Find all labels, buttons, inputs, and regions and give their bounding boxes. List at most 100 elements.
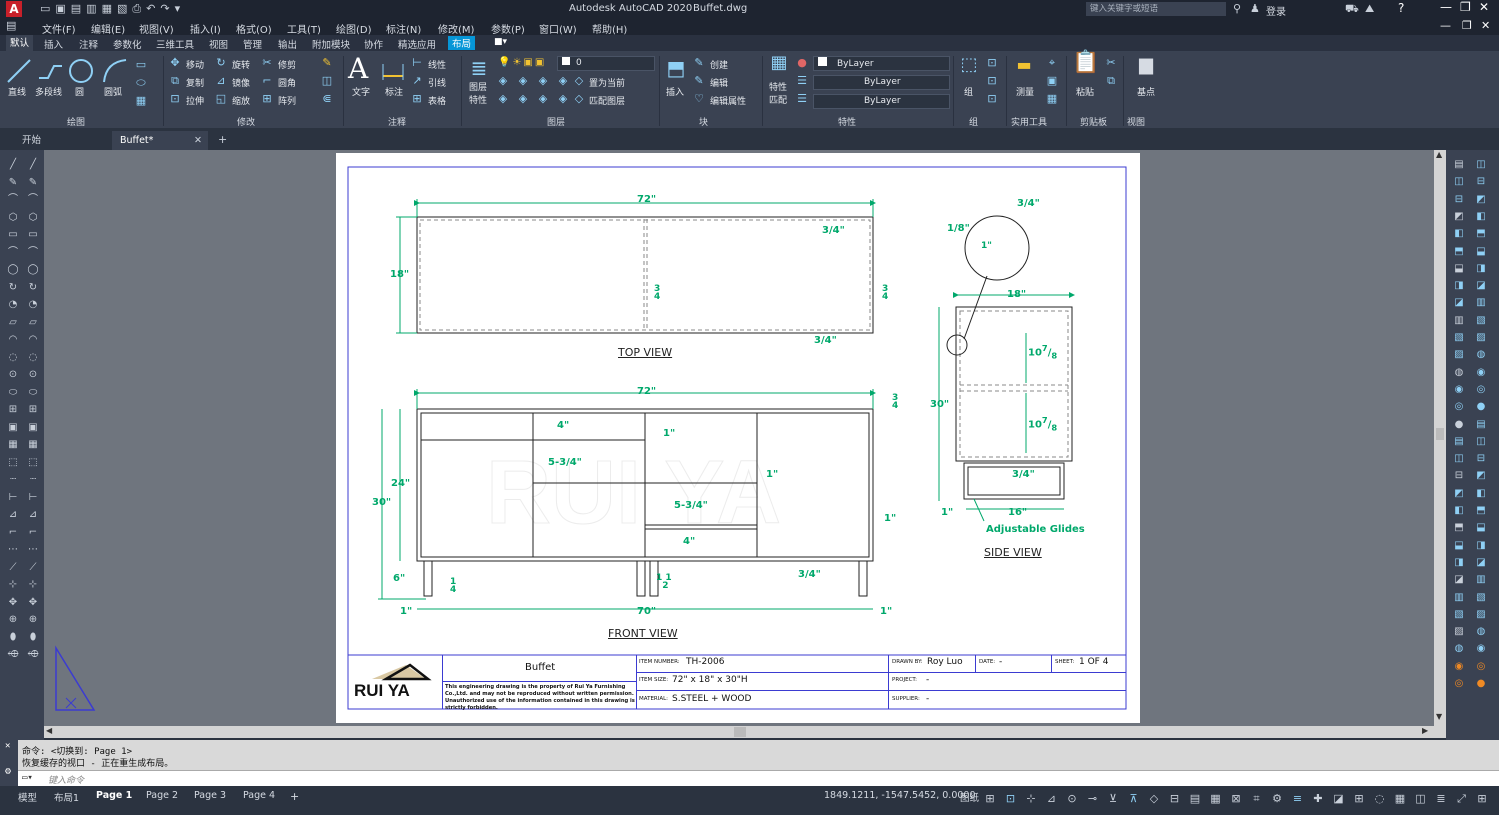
cut-icon[interactable]: ✂ bbox=[1104, 56, 1118, 70]
scroll-down-icon[interactable]: ▼ bbox=[1436, 712, 1442, 721]
right-tool-icon[interactable]: ◍ bbox=[1474, 625, 1488, 639]
right-tool-icon[interactable]: ▧ bbox=[1452, 608, 1466, 622]
linetype-icon[interactable]: ☰ bbox=[795, 74, 809, 88]
menu-modify[interactable]: 修改(M) bbox=[438, 21, 474, 36]
hatch-icon[interactable]: ▦ bbox=[134, 94, 148, 108]
status-toggle-icon[interactable]: ⊞ bbox=[1352, 792, 1366, 806]
left-tool-icon[interactable]: ▱ bbox=[6, 316, 20, 330]
tab-page-1[interactable]: Page 1 bbox=[96, 790, 132, 801]
rectangle-icon[interactable]: ▭ bbox=[134, 58, 148, 72]
paper-space-toggle[interactable]: 图纸 bbox=[960, 790, 979, 804]
scroll-up-icon[interactable]: ▲ bbox=[1436, 150, 1442, 159]
status-toggle-icon[interactable]: ◇ bbox=[1147, 792, 1161, 806]
menu-help[interactable]: 帮助(H) bbox=[592, 21, 627, 36]
tab-page-2[interactable]: Page 2 bbox=[146, 790, 178, 801]
left-tool-icon[interactable]: ⋯ bbox=[6, 543, 20, 557]
left-tool-icon[interactable]: ⊢ bbox=[6, 491, 20, 505]
id-point-icon[interactable]: ▣ bbox=[1045, 74, 1059, 88]
right-tool-icon[interactable]: ◨ bbox=[1452, 556, 1466, 570]
tab-buffet[interactable]: Buffet* ✕ bbox=[112, 131, 208, 150]
left-tool-icon[interactable]: ⬮ bbox=[26, 631, 40, 645]
mirror-icon[interactable]: ⊿ bbox=[214, 74, 228, 88]
right-tool-icon[interactable]: ⬓ bbox=[1474, 521, 1488, 535]
layer-properties-label[interactable]: 图层 特性 bbox=[469, 82, 487, 108]
left-tool-icon[interactable]: ◔ bbox=[6, 298, 20, 312]
tab-page-4[interactable]: Page 4 bbox=[243, 790, 275, 801]
left-tool-icon[interactable]: ⊢ bbox=[26, 491, 40, 505]
right-tool-icon[interactable]: ◧ bbox=[1452, 227, 1466, 241]
stretch-icon[interactable]: ⊡ bbox=[168, 92, 182, 106]
create-label[interactable]: 创建 bbox=[710, 58, 728, 71]
left-tool-icon[interactable]: ⟋ bbox=[26, 561, 40, 575]
tab-layout1[interactable]: 布局1 bbox=[54, 790, 79, 804]
right-tool-icon[interactable]: ◫ bbox=[1452, 175, 1466, 189]
user-icon[interactable]: ♟ bbox=[1250, 2, 1260, 15]
left-tool-icon[interactable]: ✎ bbox=[6, 176, 20, 190]
menu-draw[interactable]: 绘图(D) bbox=[336, 21, 372, 36]
tab-parametric[interactable]: 参数化 bbox=[113, 37, 142, 51]
status-toggle-icon[interactable]: ▤ bbox=[1188, 792, 1202, 806]
left-tool-icon[interactable]: ▣ bbox=[6, 421, 20, 435]
rotate-icon[interactable]: ↻ bbox=[214, 56, 228, 70]
layer-tool-icon[interactable]: ◈ bbox=[516, 92, 530, 106]
layer-tool-icon[interactable]: ◈ bbox=[556, 92, 570, 106]
status-toggle-icon[interactable]: ◪ bbox=[1332, 792, 1346, 806]
group-edit-icon[interactable]: ⊡ bbox=[985, 74, 999, 88]
rotate-label[interactable]: 旋转 bbox=[232, 58, 250, 71]
circle-label[interactable]: 圆 bbox=[75, 85, 84, 98]
table-label[interactable]: 表格 bbox=[428, 94, 446, 107]
menu-view[interactable]: 视图(V) bbox=[139, 21, 174, 36]
right-tool-icon[interactable]: ⬓ bbox=[1452, 262, 1466, 276]
set-current-icon[interactable]: ◇ bbox=[572, 74, 586, 88]
paste-icon[interactable]: 📋 bbox=[1072, 52, 1099, 82]
annotation-panel-title[interactable]: 注释 bbox=[388, 115, 406, 128]
status-toggle-icon[interactable]: ✚ bbox=[1311, 792, 1325, 806]
left-tool-icon[interactable]: ⊕ bbox=[26, 613, 40, 627]
edit-block-icon[interactable]: ✎ bbox=[692, 74, 706, 88]
explode-icon[interactable]: ◫ bbox=[320, 74, 334, 88]
help-icon[interactable]: ? bbox=[1398, 1, 1404, 15]
layer-tool-icon[interactable]: ◈ bbox=[496, 92, 510, 106]
tab-manage[interactable]: 管理 bbox=[243, 37, 262, 51]
status-toggle-icon[interactable]: ⊞ bbox=[983, 792, 997, 806]
left-tool-icon[interactable]: ▭ bbox=[26, 228, 40, 242]
paste-label[interactable]: 粘贴 bbox=[1076, 85, 1094, 98]
layer-tool-icon[interactable]: ◈ bbox=[516, 74, 530, 88]
left-tool-icon[interactable]: ◌ bbox=[26, 351, 40, 365]
copy-icon[interactable]: ⧉ bbox=[168, 74, 182, 88]
copy-clip-icon[interactable]: ⧉ bbox=[1104, 74, 1118, 88]
command-close-icon[interactable]: ✕ bbox=[5, 741, 10, 751]
insert-label[interactable]: 插入 bbox=[666, 85, 684, 98]
left-tool-icon[interactable]: ⟋ bbox=[6, 561, 20, 575]
status-toggle-icon[interactable]: ≣ bbox=[1434, 792, 1448, 806]
status-toggle-icon[interactable]: ⊟ bbox=[1168, 792, 1182, 806]
right-tool-icon[interactable]: ⊟ bbox=[1452, 469, 1466, 483]
move-icon[interactable]: ✥ bbox=[168, 56, 182, 70]
left-tool-icon[interactable]: ⬭ bbox=[26, 386, 40, 400]
array-icon[interactable]: ⊞ bbox=[260, 92, 274, 106]
menu-file[interactable]: 文件(F) bbox=[42, 21, 76, 36]
left-tool-icon[interactable]: ◯ bbox=[26, 263, 40, 277]
right-tool-icon[interactable]: ⊟ bbox=[1474, 175, 1488, 189]
right-tool-icon[interactable]: ◩ bbox=[1474, 193, 1488, 207]
minimize-button[interactable]: — bbox=[1440, 0, 1452, 14]
scroll-left-icon[interactable]: ◀ bbox=[46, 726, 52, 735]
left-tool-icon[interactable]: ↻ bbox=[26, 281, 40, 295]
linear-icon[interactable]: ⊢ bbox=[410, 56, 424, 70]
right-tool-icon[interactable]: ◧ bbox=[1474, 487, 1488, 501]
color-dropdown[interactable]: ByLayer bbox=[813, 56, 950, 71]
right-tool-icon[interactable]: ▥ bbox=[1452, 591, 1466, 605]
left-tool-icon[interactable]: ⌒ bbox=[26, 193, 40, 207]
menu-window[interactable]: 窗口(W) bbox=[539, 21, 577, 36]
left-tool-icon[interactable]: ╱ bbox=[6, 158, 20, 172]
left-tool-icon[interactable]: ⊹ bbox=[6, 578, 20, 592]
tab-addins[interactable]: 附加模块 bbox=[312, 37, 350, 51]
left-tool-icon[interactable]: ◔ bbox=[26, 298, 40, 312]
linear-label[interactable]: 线性 bbox=[428, 58, 446, 71]
tab-annotate[interactable]: 注释 bbox=[79, 37, 98, 51]
right-tool-icon[interactable]: ▨ bbox=[1452, 625, 1466, 639]
binoculars-icon[interactable]: ⚲ bbox=[1233, 2, 1241, 15]
tab-insert[interactable]: 插入 bbox=[44, 37, 63, 51]
left-tool-icon[interactable]: ⬲ bbox=[26, 648, 40, 662]
text-icon[interactable]: A bbox=[348, 52, 368, 85]
